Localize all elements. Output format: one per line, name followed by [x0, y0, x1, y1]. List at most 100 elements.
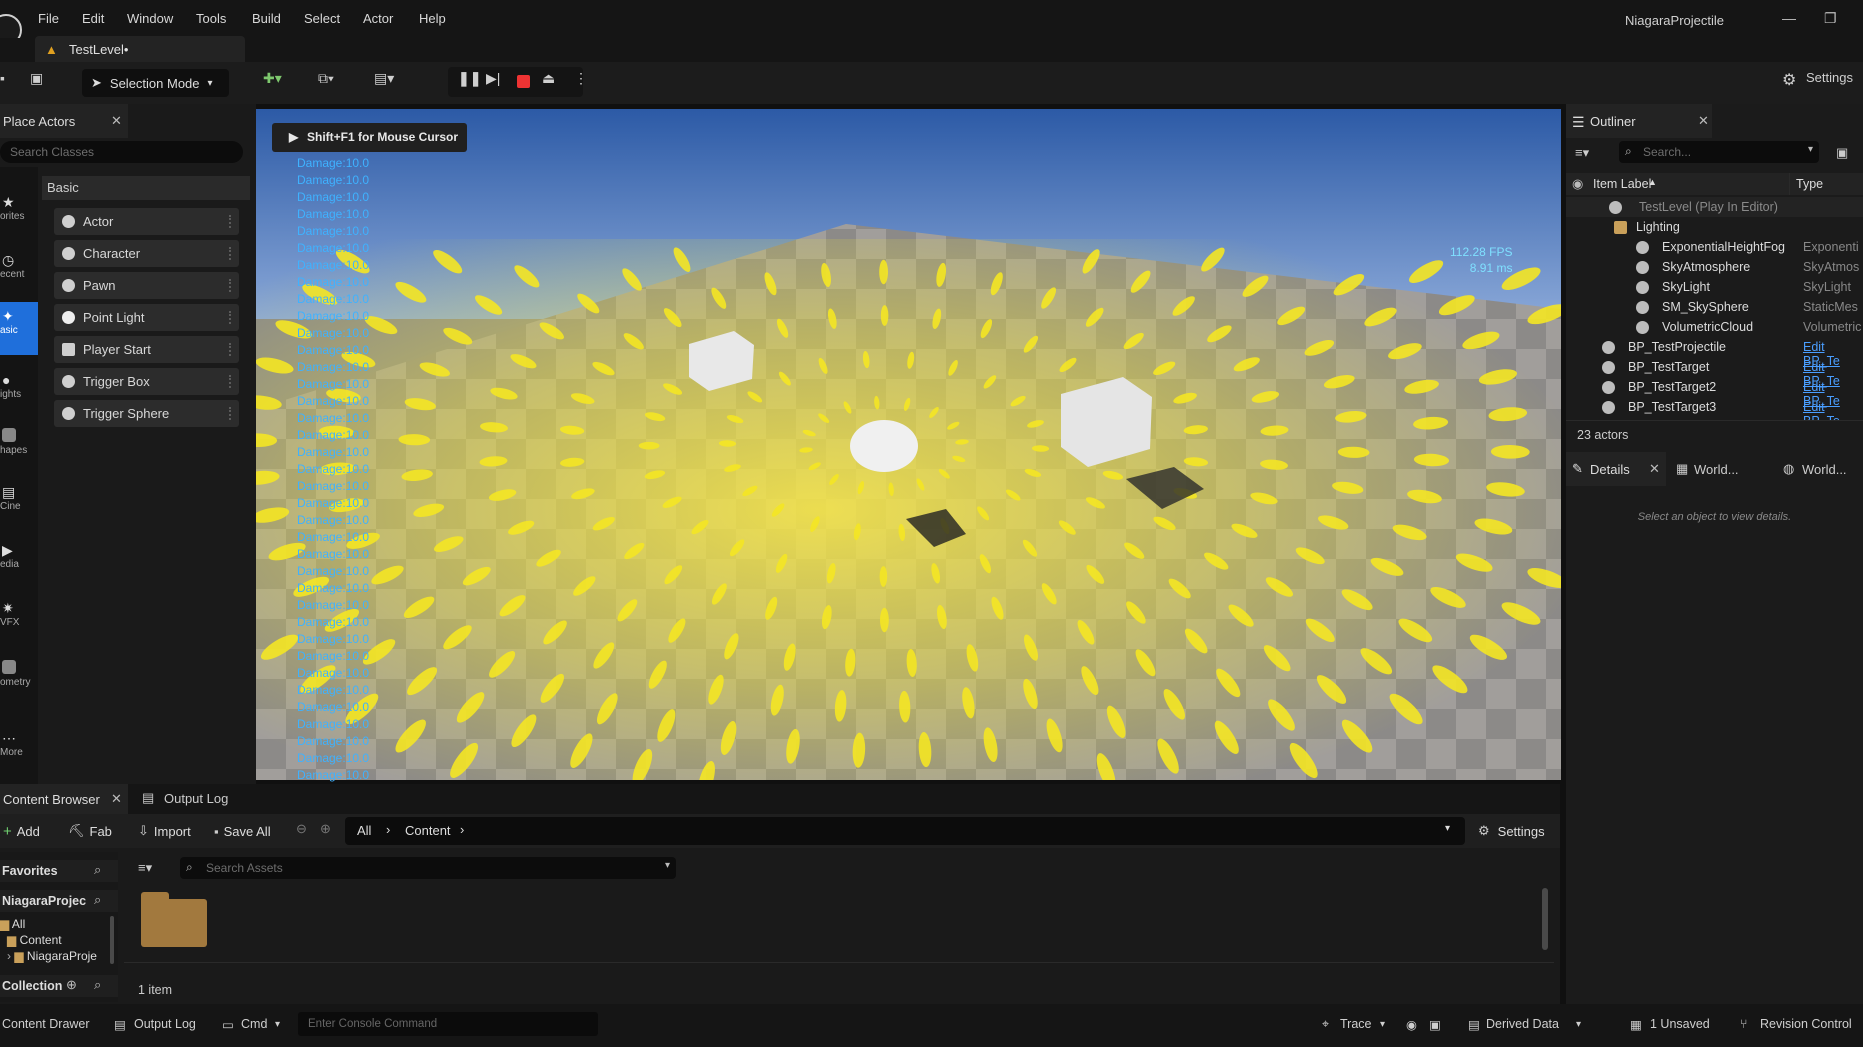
actor-item-point-light[interactable]: Point Light [54, 304, 239, 331]
category-recent[interactable]: ◷ ecent [0, 248, 38, 298]
outliner-row[interactable]: SM_SkySphere StaticMes [1566, 297, 1863, 317]
search-icon[interactable]: ⌕ [94, 892, 101, 908]
close-icon[interactable]: ✕ [1698, 113, 1709, 129]
outliner-row[interactable]: SkyAtmosphere SkyAtmos [1566, 257, 1863, 277]
menu-edit[interactable]: Edit [82, 11, 104, 26]
category-lights[interactable]: ● ights [0, 368, 38, 418]
actor-item-actor[interactable]: Actor [54, 208, 239, 235]
forward-icon[interactable]: ⊕ [320, 821, 331, 837]
maximize-icon[interactable]: ❐ [1824, 10, 1837, 27]
category-shapes[interactable]: hapes [0, 424, 38, 474]
category-geometry[interactable]: ometry [0, 656, 38, 706]
tab-testlevel[interactable]: ▲ TestLevel• [35, 36, 245, 64]
add-actor-icon[interactable]: ✚▾ [263, 70, 282, 87]
outliner-row[interactable]: BP_TestProjectile Edit BP_Te [1566, 337, 1863, 368]
search-assets-input[interactable]: ⌕ Search Assets ▾ [180, 857, 676, 879]
tree-item-content[interactable]: ▆ Content [7, 933, 62, 947]
actor-item-trigger-sphere[interactable]: Trigger Sphere [54, 400, 239, 427]
menu-window[interactable]: Window [127, 11, 173, 26]
menu-build[interactable]: Build [252, 11, 281, 26]
close-icon[interactable]: ✕ [111, 113, 122, 129]
path-segment-content[interactable]: Content [405, 823, 451, 838]
step-icon[interactable]: ▶| [486, 70, 500, 87]
menu-actor[interactable]: Actor [363, 11, 393, 26]
camera-icon[interactable]: ▣ [1429, 1017, 1441, 1032]
settings-button[interactable]: Settings [1806, 70, 1853, 85]
menu-tools[interactable]: Tools [196, 11, 226, 26]
outliner-row[interactable]: VolumetricCloud Volumetric [1566, 317, 1863, 337]
folder-icon[interactable] [141, 892, 207, 947]
save-all-button[interactable]: ▪ Save All [214, 819, 271, 843]
type-column[interactable]: Type [1796, 177, 1823, 191]
tab-place-actors[interactable]: Place Actors ✕ [0, 104, 128, 138]
output-log-button[interactable]: Output Log [134, 1017, 196, 1031]
search-classes-input[interactable]: Search Classes [0, 141, 243, 163]
asset-filter-icon[interactable]: ≡▾ [138, 860, 152, 876]
blueprint-icon[interactable]: ⧉▾ [318, 70, 334, 87]
content-drawer-button[interactable]: Content Drawer [2, 1017, 90, 1031]
chevron-down-icon[interactable]: ▾ [1445, 823, 1450, 834]
search-icon[interactable]: ⌕ [94, 977, 101, 993]
assets-scrollbar[interactable] [1542, 888, 1548, 950]
eject-icon[interactable]: ⏏ [542, 70, 555, 87]
cinematics-icon[interactable]: ▤▾ [374, 70, 394, 87]
fab-button[interactable]: ⛏ Fab [68, 819, 112, 843]
console-command-input[interactable]: Enter Console Command [298, 1012, 598, 1036]
tab-content-browser[interactable]: Content Browser ✕ [0, 784, 128, 814]
trace-button[interactable]: Trace [1340, 1017, 1372, 1031]
outliner-search-input[interactable]: ⌕ Search... ▾ [1619, 141, 1819, 163]
add-folder-icon[interactable]: ▣ [1836, 145, 1848, 161]
tree-item-all[interactable]: ▆ All [0, 917, 25, 931]
outliner-row[interactable]: BP_TestTarget2 Edit BP_Te [1566, 377, 1863, 408]
tab-world-partition[interactable]: ◍ World... [1778, 460, 1863, 480]
cmd-dropdown[interactable]: Cmd [241, 1017, 267, 1031]
gear-icon[interactable]: ⚙ [1782, 70, 1796, 90]
category-media[interactable]: ▶ edia [0, 538, 38, 588]
collection-header[interactable]: Collection ⊕ ⌕ [0, 975, 118, 997]
outliner-row[interactable]: BP_TestTarget Edit BP_Te [1566, 357, 1863, 388]
pause-icon[interactable]: ❚❚ [458, 70, 481, 87]
revision-control-button[interactable]: Revision Control [1760, 1017, 1852, 1031]
derived-data-button[interactable]: Derived Data [1486, 1017, 1559, 1031]
category-basic[interactable]: ✦ asic [0, 302, 38, 355]
item-label-column[interactable]: Item Label [1593, 177, 1651, 191]
outliner-row[interactable]: TestLevel (Play In Editor) [1566, 197, 1863, 217]
tab-details[interactable]: ✎ Details ✕ [1566, 452, 1666, 486]
back-icon[interactable]: ⊖ [296, 821, 307, 837]
content-settings-button[interactable]: ⚙ Settings [1478, 819, 1545, 843]
menu-file[interactable]: File [38, 11, 59, 26]
favorites-header[interactable]: Favorites ⌕ [0, 860, 118, 882]
category-cinematic[interactable]: ▤ Cine [0, 480, 38, 530]
more-options-icon[interactable]: ⋮ [574, 70, 588, 87]
add-button[interactable]: + Add [0, 819, 40, 843]
tab-outliner[interactable]: ☰ Outliner ✕ [1566, 104, 1712, 138]
category-favorites[interactable]: ★ orites [0, 190, 38, 240]
outliner-row[interactable]: ExponentialHeightFog Exponenti [1566, 237, 1863, 257]
close-icon[interactable]: ✕ [111, 791, 122, 807]
close-icon[interactable]: ✕ [1649, 461, 1660, 477]
outliner-row[interactable]: SkyLight SkyLight [1566, 277, 1863, 297]
category-vfx[interactable]: ✷ VFX [0, 596, 38, 646]
selection-mode-dropdown[interactable]: ➤ Selection Mode ▾ [82, 69, 229, 97]
filter-icon[interactable]: ≡▾ [1575, 145, 1589, 161]
import-button[interactable]: ⇩ Import [138, 819, 191, 843]
eye-icon[interactable]: ◉ [1572, 176, 1583, 192]
stop-icon[interactable] [517, 75, 530, 88]
project-header[interactable]: NiagaraProjec ⌕ [0, 890, 118, 912]
content-path-bar[interactable]: All › Content › ▾ [345, 817, 1465, 845]
menu-help[interactable]: Help [419, 11, 446, 26]
minimize-icon[interactable]: — [1782, 10, 1796, 26]
actor-item-character[interactable]: Character [54, 240, 239, 267]
browse-icon[interactable]: ▣ [30, 70, 43, 87]
level-viewport[interactable] [256, 109, 1561, 780]
unsaved-button[interactable]: 1 Unsaved [1650, 1017, 1710, 1031]
outliner-row[interactable]: Lighting [1566, 217, 1863, 237]
outliner-row[interactable]: BP_TestTarget3Edit BP_Te [1566, 397, 1863, 428]
tab-world-settings[interactable]: ▦ World... [1672, 460, 1772, 480]
path-segment-all[interactable]: All [357, 823, 371, 838]
save-icon[interactable]: ▪ [0, 70, 5, 86]
actor-item-pawn[interactable]: Pawn [54, 272, 239, 299]
search-icon[interactable]: ⌕ [94, 862, 101, 878]
tree-scrollbar[interactable] [110, 916, 114, 964]
add-collection-icon[interactable]: ⊕ [66, 977, 77, 993]
